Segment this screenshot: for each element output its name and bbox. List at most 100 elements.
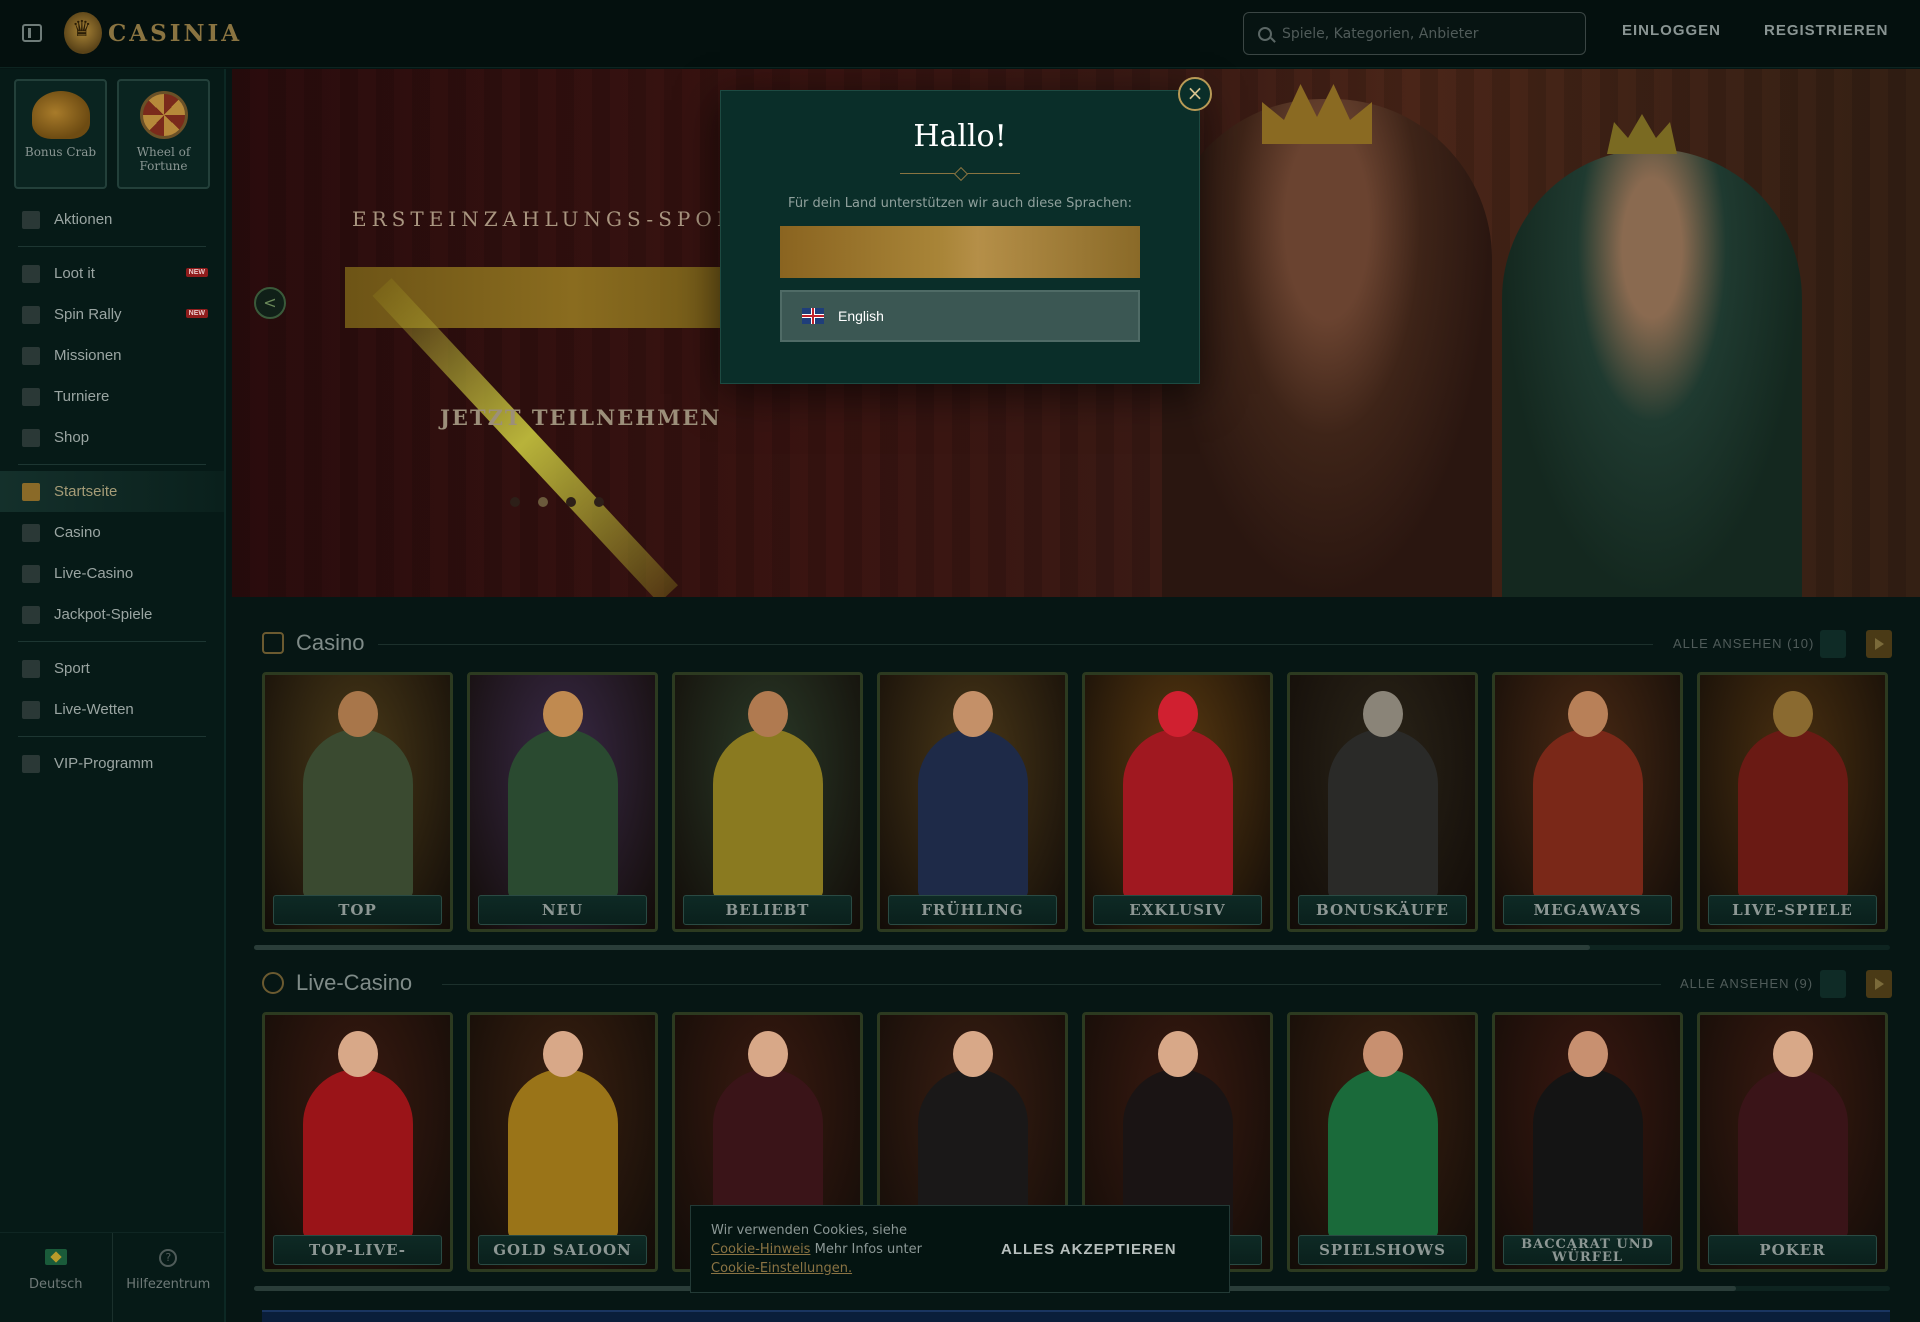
sidebar-item-startseite[interactable]: Startseite xyxy=(0,471,224,512)
top-header: CASINIA EINLOGGEN REGISTRIEREN xyxy=(0,0,1920,68)
logo-text: CASINIA xyxy=(108,19,243,47)
card-label: TOP xyxy=(273,895,442,925)
register-button[interactable]: REGISTRIEREN xyxy=(1764,22,1889,39)
game-category-card[interactable]: POKER xyxy=(1697,1012,1888,1272)
sidebar-item-vip-programm[interactable]: VIP-Programm xyxy=(0,743,224,784)
sidebar-item-label: Jackpot-Spiele xyxy=(54,606,153,623)
casino-next-button[interactable] xyxy=(1866,630,1892,658)
sidebar-item-loot-it[interactable]: Loot it NEW xyxy=(0,253,224,294)
card-character xyxy=(917,691,1028,899)
card-character-head xyxy=(1772,1031,1813,1077)
card-artwork xyxy=(470,675,655,929)
card-label: POKER xyxy=(1708,1235,1877,1265)
see-all-casino-link[interactable]: ALLE ANSEHEN (10) xyxy=(1673,636,1814,651)
search-box[interactable] xyxy=(1243,12,1586,55)
game-category-card[interactable]: EXKLUSIV xyxy=(1082,672,1273,932)
card-character-head xyxy=(542,1031,583,1077)
game-category-card[interactable]: NEU xyxy=(467,672,658,932)
language-option-english[interactable]: English xyxy=(780,290,1140,342)
sidebar-item-label: VIP-Programm xyxy=(54,755,154,772)
section-title: Live-Casino xyxy=(296,970,413,995)
card-character-head xyxy=(1772,691,1813,737)
sidebar-item-shop[interactable]: Shop xyxy=(0,417,224,458)
modal-title: Hallo! xyxy=(913,119,1007,154)
wheel-icon xyxy=(139,91,188,139)
casino-card-row: TOP NEU BELIEBT FRÜHLING EXKLUSIV BONUSKÄUFE M… xyxy=(262,672,1888,932)
card-character xyxy=(302,691,413,899)
logo[interactable]: CASINIA xyxy=(64,12,242,54)
spin-rally-icon xyxy=(22,306,40,324)
game-category-card[interactable]: FRÜHLING xyxy=(877,672,1068,932)
sidebar-divider xyxy=(18,736,206,737)
promo-tile[interactable]: Wheel of Fortune xyxy=(117,79,210,189)
promo-label: Bonus Crab xyxy=(24,145,97,159)
casino-scroll-thumb[interactable] xyxy=(254,945,1590,950)
card-label: NEU xyxy=(478,895,647,925)
card-artwork xyxy=(1085,675,1270,929)
section-title: Casino xyxy=(296,630,365,655)
cookie-notice-link[interactable]: Cookie-Hinweis xyxy=(711,1242,810,1257)
sidebar-nav: Aktionen Loot it NEW Spin Rally NEW Missionen… xyxy=(0,199,224,784)
card-artwork xyxy=(1290,1015,1475,1269)
help-center-link[interactable]: ? Hilfezentrum xyxy=(111,1233,225,1322)
sidebar-item-turniere[interactable]: Turniere xyxy=(0,376,224,417)
game-category-card[interactable]: LIVE-SPIELE xyxy=(1697,672,1888,932)
card-character-head xyxy=(1157,691,1198,737)
game-category-card[interactable]: SPIELSHOWS xyxy=(1287,1012,1478,1272)
carousel-dot[interactable] xyxy=(538,497,548,507)
sidebar-item-live-wetten[interactable]: Live-Wetten xyxy=(0,689,224,730)
game-category-card[interactable]: BELIEBT xyxy=(672,672,863,932)
cookie-settings-link[interactable]: Cookie-Einstellungen. xyxy=(711,1261,852,1276)
card-label: TOP-LIVE-CASINO xyxy=(273,1235,442,1265)
card-label: SPIELSHOWS xyxy=(1298,1235,1467,1265)
language-selector[interactable]: Deutsch xyxy=(0,1233,112,1322)
uk-flag-icon xyxy=(802,308,824,324)
queen-illustration xyxy=(1502,149,1802,597)
language-option-highlight[interactable] xyxy=(780,226,1140,278)
live-casino-prev-button[interactable] xyxy=(1820,970,1846,998)
sidebar-item-missionen[interactable]: Missionen xyxy=(0,335,224,376)
game-category-card[interactable]: MEGAWAYS xyxy=(1492,672,1683,932)
card-character xyxy=(1737,691,1848,899)
carousel-dot[interactable] xyxy=(594,497,604,507)
hero-cta-button[interactable]: JETZT TEILNEHMEN xyxy=(440,405,722,430)
language-option-label: English xyxy=(838,308,884,324)
live-casino-section-header: Live-Casino xyxy=(262,970,412,996)
game-category-card[interactable]: GOLD SALOON xyxy=(467,1012,658,1272)
game-category-card[interactable]: BACCARAT UND WÜRFEL xyxy=(1492,1012,1683,1272)
accept-all-cookies-button[interactable]: ALLES AKZEPTIEREN xyxy=(1001,1241,1177,1258)
promo-tile[interactable]: Bonus Crab xyxy=(14,79,107,189)
section-divider xyxy=(442,984,1661,985)
carousel-dot[interactable] xyxy=(510,497,520,507)
game-category-card[interactable]: TOP-LIVE-CASINO xyxy=(262,1012,453,1272)
card-character-head xyxy=(747,1031,788,1077)
carousel-prev-button[interactable]: < xyxy=(254,287,286,319)
card-character-head xyxy=(337,1031,378,1077)
sidebar-item-spin-rally[interactable]: Spin Rally NEW xyxy=(0,294,224,335)
section-divider xyxy=(378,644,1653,645)
sidebar-toggle-icon[interactable] xyxy=(22,24,42,42)
sidebar-item-aktionen[interactable]: Aktionen xyxy=(0,199,224,240)
login-button[interactable]: EINLOGGEN xyxy=(1622,22,1721,39)
live-casino-next-button[interactable] xyxy=(1866,970,1892,998)
card-artwork xyxy=(265,1015,450,1269)
sidebar-item-label: Casino xyxy=(54,524,101,541)
king-illustration xyxy=(1162,99,1492,597)
search-input[interactable] xyxy=(1282,25,1562,42)
sidebar-divider xyxy=(18,641,206,642)
card-character-head xyxy=(1362,691,1403,737)
sidebar-item-sport[interactable]: Sport xyxy=(0,648,224,689)
sidebar-item-live-casino[interactable]: Live-Casino xyxy=(0,553,224,594)
see-all-live-casino-link[interactable]: ALLE ANSEHEN (9) xyxy=(1680,976,1813,991)
game-category-card[interactable]: BONUSKÄUFE xyxy=(1287,672,1478,932)
game-category-card[interactable]: TOP xyxy=(262,672,453,932)
casino-prev-button[interactable] xyxy=(1820,630,1846,658)
card-character xyxy=(507,1031,618,1239)
close-icon[interactable]: × xyxy=(1178,77,1212,111)
sidebar-item-casino[interactable]: Casino xyxy=(0,512,224,553)
card-character xyxy=(302,1031,413,1239)
sidebar-item-label: Loot it xyxy=(54,265,95,282)
carousel-dot[interactable] xyxy=(566,497,576,507)
sidebar: Bonus Crab Wheel of Fortune Aktionen Loot … xyxy=(0,69,226,1322)
sidebar-item-jackpot-spiele[interactable]: Jackpot-Spiele xyxy=(0,594,224,635)
